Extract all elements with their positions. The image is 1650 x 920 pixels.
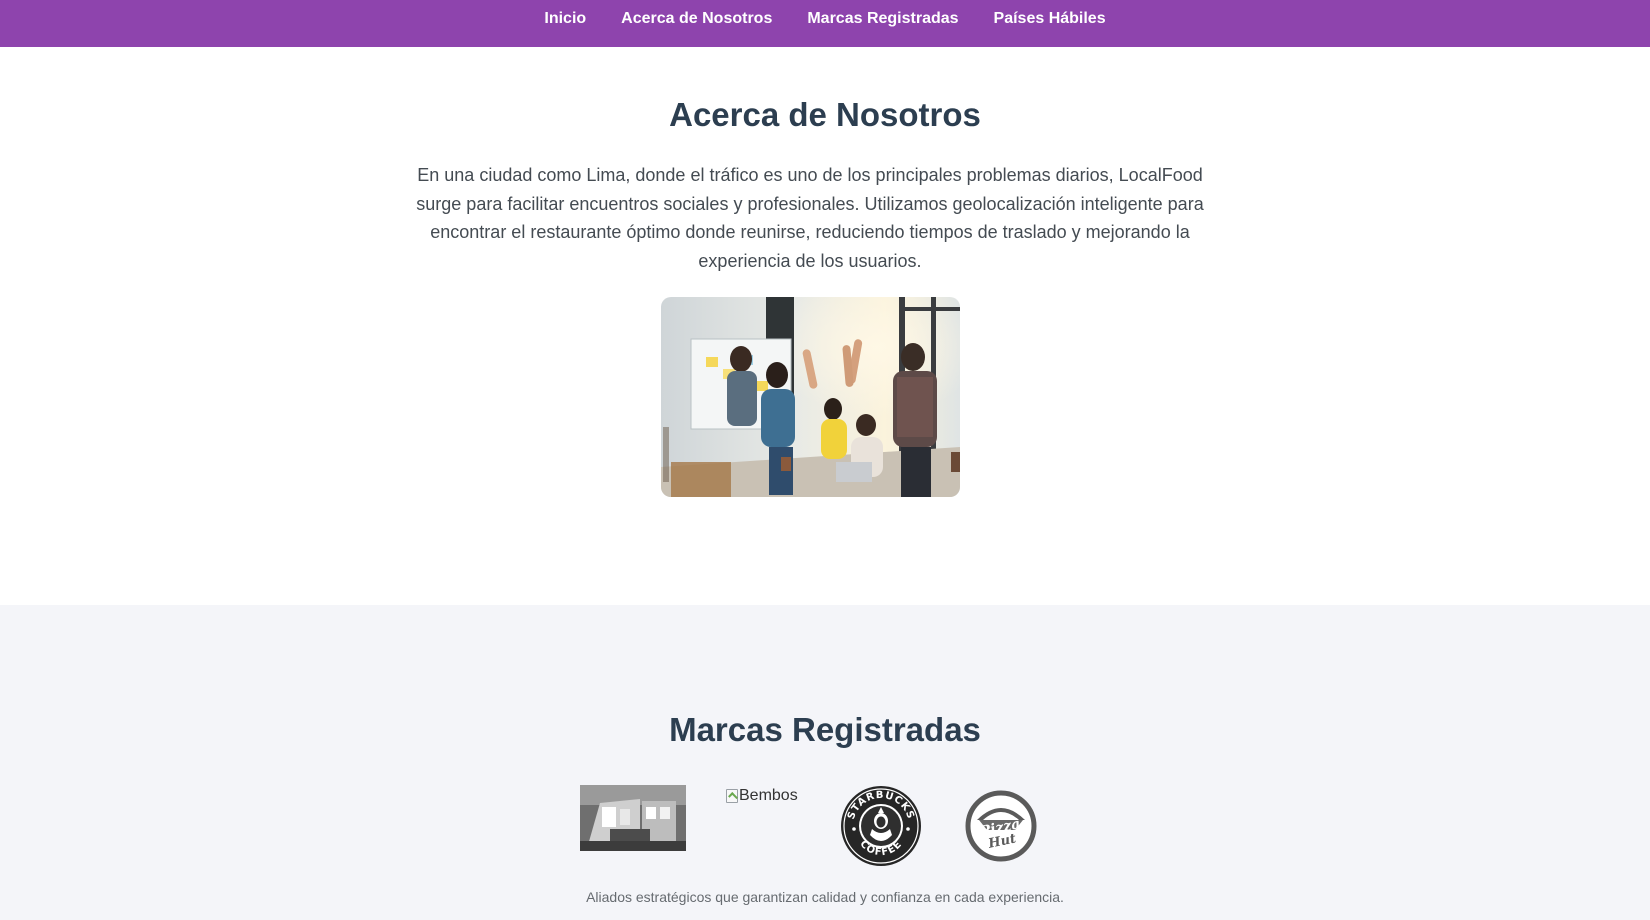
starbucks-coffee-logo: STARBUCKS COFFEE [840,785,922,867]
brands-caption: Aliados estratégicos que garantizan cali… [586,889,1064,905]
brands-title: Marcas Registradas [669,711,981,748]
nav-link-acerca[interactable]: Acerca de Nosotros [621,9,772,29]
broken-image-icon [726,789,738,803]
about-description: En una ciudad como Lima, donde el tráfic… [416,165,1204,271]
top-navbar: Inicio Acerca de Nosotros Marcas Registr… [0,0,1650,47]
bembos-alt-text: Bembos [739,787,798,804]
about-section: Acerca de Nosotros En una ciudad como Li… [0,47,1650,605]
pizza-hut-logo: Pizza Hut [965,790,1037,862]
nav-link-paises[interactable]: Países Hábiles [994,9,1106,29]
kfc-storefront-logo [580,785,686,851]
nav-link-inicio[interactable]: Inicio [544,9,586,29]
brands-section: Marcas Registradas Bembos STARBUCKS COFF… [0,605,1650,920]
bembos-logo: Bembos [726,785,806,807]
about-title: Acerca de Nosotros [669,96,981,133]
team-photo [661,297,960,497]
brand-logos: Bembos STARBUCKS COFFEE Pizza Hut [0,785,1650,875]
nav-link-marcas[interactable]: Marcas Registradas [807,9,958,29]
